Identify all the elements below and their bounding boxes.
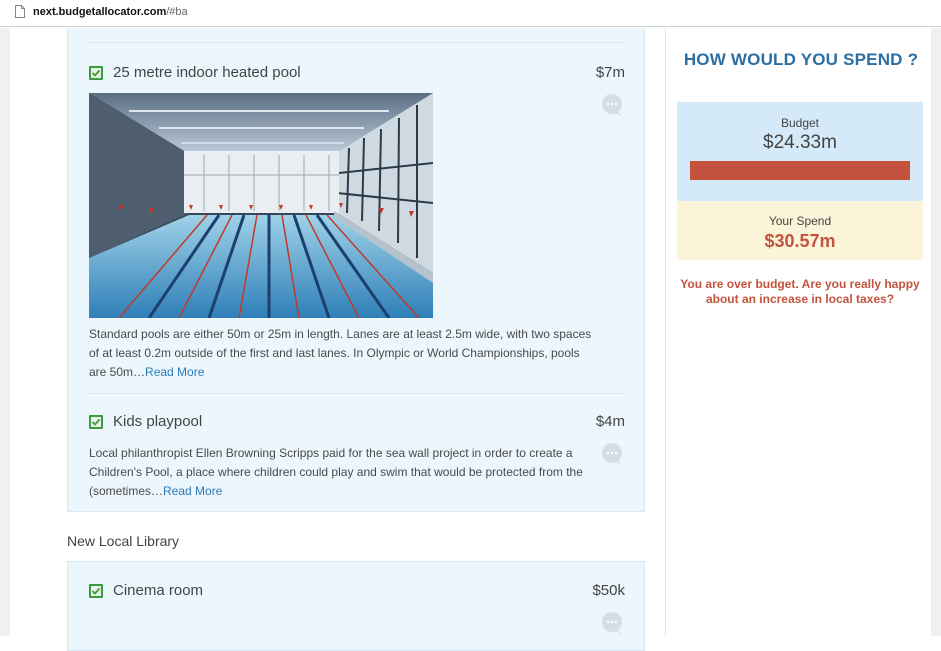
page-gutter-right xyxy=(931,28,941,636)
item-description: Local philanthropist Ellen Browning Scri… xyxy=(89,444,594,501)
item-title[interactable]: Kids playpool xyxy=(113,413,202,430)
item-title[interactable]: Cinema room xyxy=(113,582,203,599)
comment-bubble-icon[interactable] xyxy=(601,611,623,634)
item-separator xyxy=(88,393,626,394)
spend-value: $30.57m xyxy=(764,231,836,251)
item-cost: $4m xyxy=(595,413,625,430)
item-title[interactable]: 25 metre indoor heated pool xyxy=(113,64,301,81)
column-divider xyxy=(665,28,666,636)
url-domain: next.budgetallocator.com xyxy=(33,6,167,18)
budget-progress-bar xyxy=(690,161,910,180)
budget-label: Budget xyxy=(780,116,820,130)
sidebar-title: HOW WOULD YOU SPEND ? xyxy=(683,50,919,69)
comment-bubble-icon[interactable] xyxy=(601,442,623,465)
browser-address-bar[interactable]: next.budgetallocator.com/#ba xyxy=(0,0,941,27)
budget-box: Budget $24.33m xyxy=(677,102,923,201)
page-icon xyxy=(15,5,25,18)
item-description: Standard pools are either 50m or 25m in … xyxy=(89,325,594,382)
checkbox-checked-icon[interactable] xyxy=(89,584,103,598)
item-cost: $7m xyxy=(595,64,625,81)
budget-value: $24.33m xyxy=(763,132,837,153)
read-more-link[interactable]: Read More xyxy=(145,365,204,379)
pool-photo xyxy=(89,93,433,318)
spend-label: Your Spend xyxy=(768,214,832,228)
spend-box: Your Spend $30.57m xyxy=(677,201,923,260)
comment-bubble-icon[interactable] xyxy=(601,93,623,116)
checkbox-checked-icon[interactable] xyxy=(89,415,103,429)
url-path: /#ba xyxy=(166,6,188,18)
item-separator xyxy=(88,42,626,43)
project-group-panel xyxy=(67,561,645,651)
read-more-link[interactable]: Read More xyxy=(163,484,222,498)
over-budget-warning: You are over budget. Are you really happ… xyxy=(680,277,920,306)
item-cost: $50k xyxy=(592,582,625,599)
url-text[interactable]: next.budgetallocator.com/#ba xyxy=(33,6,188,18)
checkbox-checked-icon[interactable] xyxy=(89,66,103,80)
page-gutter-left xyxy=(0,28,10,636)
section-heading: New Local Library xyxy=(67,533,180,549)
